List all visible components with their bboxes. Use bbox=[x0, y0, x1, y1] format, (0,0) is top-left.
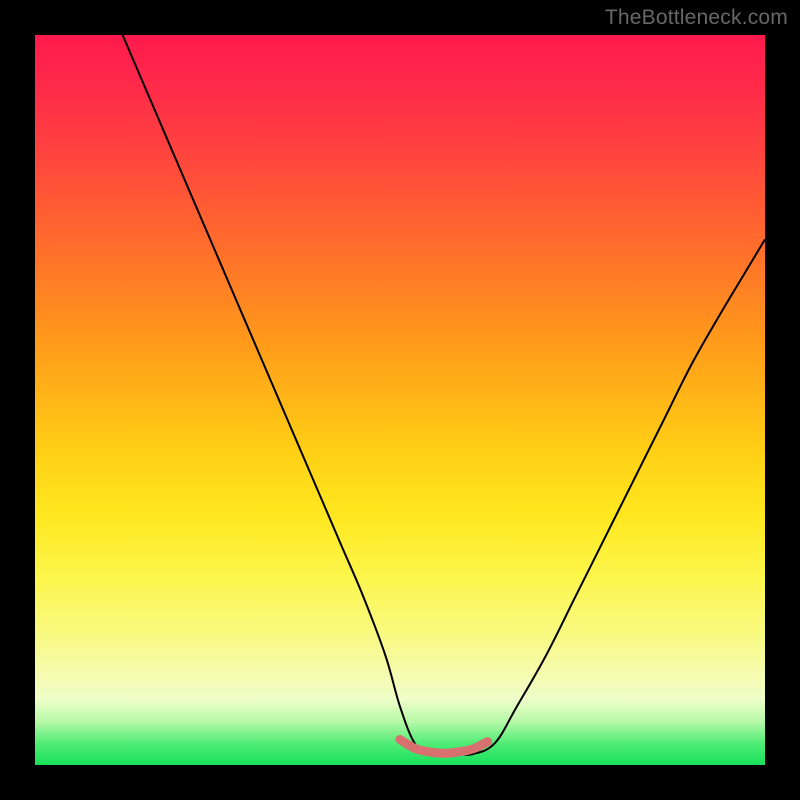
plot-area bbox=[35, 35, 765, 765]
watermark-text: TheBottleneck.com bbox=[605, 6, 788, 30]
bottleneck-curve bbox=[123, 35, 765, 755]
chart-frame: TheBottleneck.com bbox=[0, 0, 800, 800]
curve-layer bbox=[35, 35, 765, 765]
